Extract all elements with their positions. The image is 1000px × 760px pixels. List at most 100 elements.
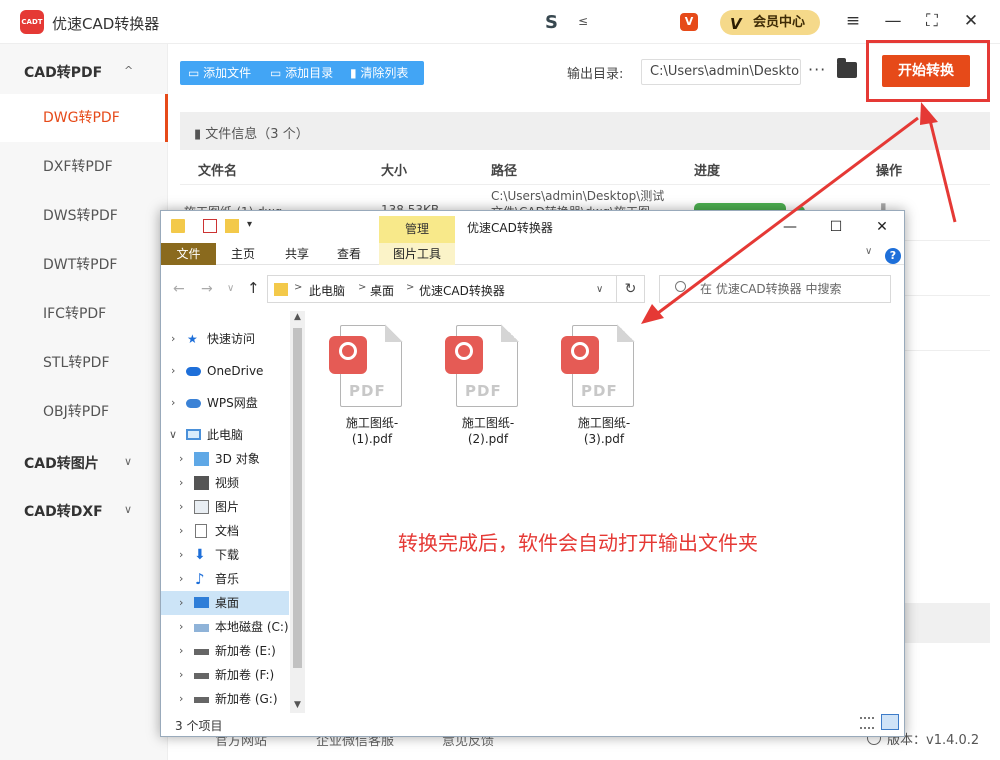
new-folder-icon[interactable] <box>225 219 239 233</box>
promo-icon[interactable]: V <box>680 13 698 31</box>
breadcrumb-desktop[interactable]: 桌面 <box>370 282 394 299</box>
file-item[interactable]: PDF 施工图纸- (1).pdf <box>327 321 417 451</box>
tab-file[interactable]: 文件 <box>161 243 216 265</box>
chevron-up-icon[interactable]: ^ <box>124 64 133 77</box>
sidebar-item-dwg-to-pdf[interactable]: DWG转PDF <box>0 94 168 142</box>
up-icon[interactable]: ↑ <box>247 279 260 297</box>
back-icon[interactable]: ← <box>173 281 185 297</box>
open-folder-icon[interactable] <box>837 58 857 78</box>
more-icon[interactable]: ··· <box>808 60 826 79</box>
tab-manage[interactable]: 管理 <box>379 216 455 243</box>
help-icon[interactable]: ? <box>885 248 901 264</box>
tree-item-wps-drive[interactable]: › WPS网盘 <box>161 391 289 415</box>
explorer-maximize-button[interactable]: ☐ <box>825 216 847 238</box>
tab-picture-tools[interactable]: 图片工具 <box>379 243 455 265</box>
address-bar[interactable]: > 此电脑 > 桌面 > 优速CAD转换器 ∨ <box>267 275 617 303</box>
close-button[interactable]: ✕ <box>960 10 982 32</box>
skin-icon[interactable]: S <box>545 12 558 33</box>
sidebar-group-cad-to-pdf[interactable]: CAD转PDF <box>24 62 102 82</box>
file-item[interactable]: PDF 施工图纸- (3).pdf <box>559 321 649 451</box>
tree-item-videos[interactable]: › 视频 <box>161 471 289 495</box>
scroll-down-icon[interactable]: ▼ <box>294 700 301 710</box>
chevron-down-icon[interactable]: ∨ <box>124 503 132 516</box>
recent-locations-icon[interactable]: ∨ <box>227 283 234 294</box>
chevron-right-icon[interactable]: › <box>179 519 183 543</box>
tree-item-drive-g[interactable]: › 新加卷 (G:) <box>161 687 289 711</box>
tree-label: WPS网盘 <box>207 396 258 410</box>
chevron-right-icon[interactable]: › <box>179 591 183 615</box>
chevron-right-icon[interactable]: › <box>179 447 183 471</box>
menu-icon[interactable]: ≡ <box>842 10 864 32</box>
sidebar-item-ifc-to-pdf[interactable]: IFC转PDF <box>0 290 168 338</box>
tree-item-music[interactable]: › ♪ 音乐 <box>161 567 289 591</box>
chevron-down-icon[interactable]: ∨ <box>169 423 177 447</box>
chevron-right-icon[interactable]: › <box>179 495 183 519</box>
sidebar-group-cad-to-dxf[interactable]: CAD转DXF <box>24 501 103 521</box>
refresh-icon[interactable]: ↻ <box>617 275 645 303</box>
breadcrumb-this-pc[interactable]: 此电脑 <box>309 282 345 299</box>
tab-view[interactable]: 查看 <box>327 243 371 265</box>
chevron-right-icon[interactable]: › <box>179 663 183 687</box>
tree-item-onedrive[interactable]: › OneDrive <box>161 359 289 383</box>
sidebar: CAD转PDF ^ DWG转PDF DXF转PDF DWS转PDF DWT转PD… <box>0 44 168 760</box>
forward-icon[interactable]: → <box>201 281 213 297</box>
sidebar-group-cad-to-image[interactable]: CAD转图片 <box>24 453 99 473</box>
search-input[interactable]: 在 优速CAD转换器 中搜索 <box>659 275 891 303</box>
scroll-up-icon[interactable]: ▲ <box>294 312 301 322</box>
pdf-logo-icon <box>339 342 357 360</box>
chevron-right-icon[interactable]: › <box>179 639 183 663</box>
chevron-right-icon[interactable]: › <box>179 471 183 495</box>
chevron-right-icon[interactable]: › <box>179 567 183 591</box>
tree-item-desktop[interactable]: › 桌面 <box>161 591 289 615</box>
tree-item-this-pc[interactable]: ∨ 此电脑 <box>161 423 289 447</box>
qat-dropdown-icon[interactable]: ▾ <box>247 219 261 233</box>
drive-icon <box>194 649 209 655</box>
header-path: 路径 <box>491 164 518 179</box>
chevron-right-icon[interactable]: › <box>179 615 183 639</box>
vip-center-button[interactable]: V 会员中心 <box>720 10 820 35</box>
maximize-button[interactable]: ⛶ <box>921 10 943 32</box>
sidebar-item-stl-to-pdf[interactable]: STL转PDF <box>0 339 168 387</box>
add-file-button[interactable]: ▭ 添加文件 <box>188 61 251 85</box>
tree-label: 新加卷 (F:) <box>215 668 275 682</box>
explorer-close-button[interactable]: ✕ <box>871 216 893 238</box>
tree-item-drive-e[interactable]: › 新加卷 (E:) <box>161 639 289 663</box>
address-dropdown-icon[interactable]: ∨ <box>596 284 603 295</box>
tree-item-drive-f[interactable]: › 新加卷 (F:) <box>161 663 289 687</box>
sidebar-item-dxf-to-pdf[interactable]: DXF转PDF <box>0 143 168 191</box>
ribbon-expand-icon[interactable]: ∨ <box>865 246 872 257</box>
sidebar-item-dws-to-pdf[interactable]: DWS转PDF <box>0 192 168 240</box>
tree-item-drive-c[interactable]: › 本地磁盘 (C:) <box>161 615 289 639</box>
tab-share[interactable]: 共享 <box>275 243 319 265</box>
shortcut-icon[interactable]: ≤ <box>578 14 588 28</box>
chevron-right-icon[interactable]: › <box>171 327 175 351</box>
properties-icon[interactable] <box>203 219 217 233</box>
add-dir-button[interactable]: ▭ 添加目录 <box>270 61 333 85</box>
chevron-right-icon[interactable]: › <box>171 359 175 383</box>
clear-list-button[interactable]: ▮ 清除列表 <box>350 61 408 85</box>
chevron-right-icon[interactable]: › <box>179 687 183 711</box>
file-item[interactable]: PDF 施工图纸- (2).pdf <box>443 321 533 451</box>
details-view-icon[interactable] <box>860 717 874 729</box>
tree-item-downloads[interactable]: › ⬇ 下载 <box>161 543 289 567</box>
chevron-down-icon[interactable]: ∨ <box>124 455 132 468</box>
chevron-right-icon[interactable]: › <box>171 391 175 415</box>
output-dir-field[interactable]: C:\Users\admin\Deskto <box>641 59 801 85</box>
minimize-button[interactable]: — <box>882 10 904 32</box>
tree-item-quick-access[interactable]: › ★ 快速访问 <box>161 327 289 351</box>
explorer-minimize-button[interactable]: — <box>779 216 801 238</box>
tree-item-documents[interactable]: › 文档 <box>161 519 289 543</box>
sidebar-item-dwt-to-pdf[interactable]: DWT转PDF <box>0 241 168 289</box>
chevron-right-icon[interactable]: › <box>179 543 183 567</box>
scrollbar-thumb[interactable] <box>293 328 302 668</box>
tab-home[interactable]: 主页 <box>221 243 265 265</box>
large-icons-view-icon[interactable] <box>881 714 899 730</box>
tree-item-3d-objects[interactable]: › 3D 对象 <box>161 447 289 471</box>
tree-label: 音乐 <box>215 572 240 586</box>
start-convert-button[interactable]: 开始转换 <box>882 55 970 87</box>
sidebar-item-obj-to-pdf[interactable]: OBJ转PDF <box>0 388 168 436</box>
tree-item-pictures[interactable]: › 图片 <box>161 495 289 519</box>
breadcrumb-current-folder[interactable]: 优速CAD转换器 <box>419 282 505 299</box>
pdf-badge <box>561 336 599 374</box>
file-toolbar: ▭ 添加文件 ▭ 添加目录 ▮ 清除列表 <box>180 61 424 85</box>
